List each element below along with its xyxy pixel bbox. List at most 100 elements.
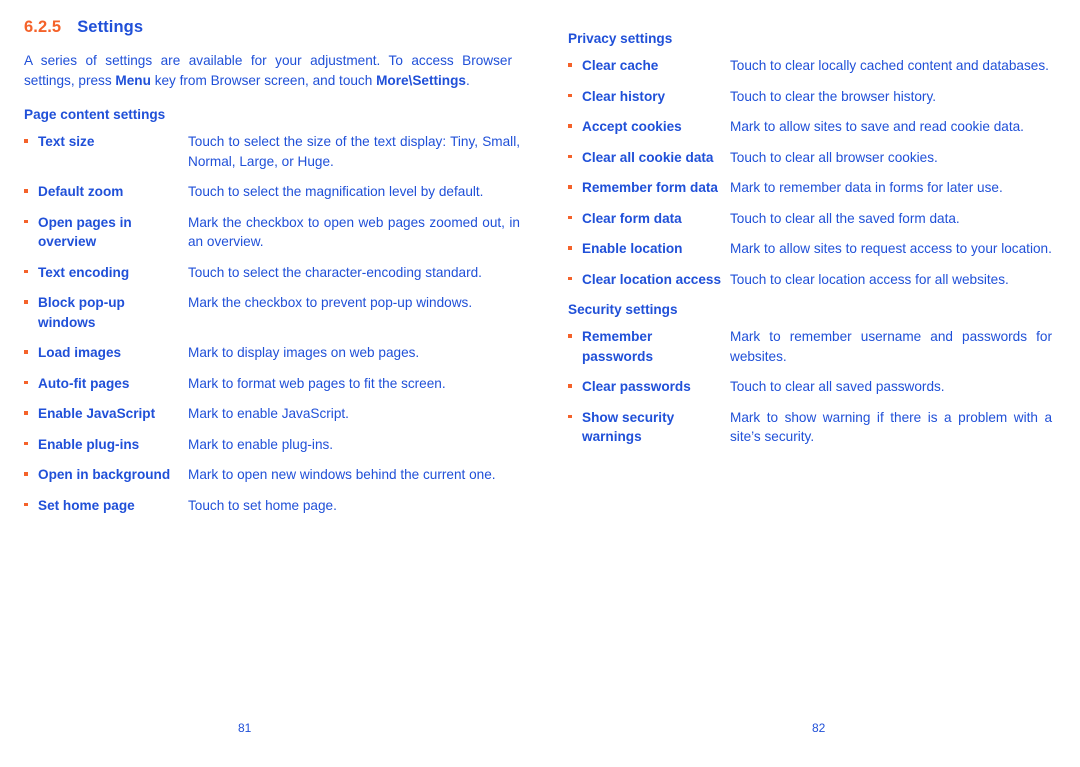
setting-row: Text encoding Touch to select the charact… — [24, 263, 520, 283]
bullet-icon — [568, 327, 582, 338]
setting-term[interactable]: Remember passwords — [582, 327, 730, 366]
setting-description: Mark to allow sites to request access to… — [730, 241, 1052, 256]
page-number-left: 81 — [238, 721, 252, 735]
setting-description: Mark to enable JavaScript. — [188, 406, 349, 421]
setting-row: Enable JavaScript Mark to enable JavaScri… — [24, 404, 520, 424]
setting-row: Remember passwords Mark to remember usern… — [568, 327, 1052, 366]
setting-row: Clear cache Touch to clear locally cached… — [568, 56, 1052, 76]
setting-term[interactable]: Accept cookies — [582, 117, 730, 137]
bullet-icon — [24, 465, 38, 476]
setting-description: Mark to show warning if there is a probl… — [730, 409, 1052, 445]
bullet-icon — [24, 404, 38, 415]
setting-description: Touch to select the size of the text dis… — [188, 134, 520, 169]
bullet-icon — [568, 87, 582, 97]
bullet-icon — [568, 239, 582, 250]
setting-description: Mark to enable plug-ins. — [188, 436, 334, 452]
setting-description: Touch to select the character-encoding s… — [188, 264, 482, 280]
setting-description: Mark to format web pages to fit the scre… — [188, 375, 446, 391]
setting-description: Mark to remember data in forms for later… — [730, 180, 1003, 195]
bullet-icon — [24, 263, 38, 273]
page-content-settings-list: Text size Touch to select the size of the… — [24, 132, 520, 515]
setting-description: Touch to clear all browser cookies. — [730, 149, 938, 165]
setting-row: Text size Touch to select the size of the… — [24, 132, 520, 171]
setting-row: Set home page Touch to set home page. — [24, 496, 520, 516]
bullet-icon — [24, 213, 38, 223]
bullet-icon — [568, 408, 582, 418]
setting-description: Mark to remember username and passwords … — [730, 329, 1052, 364]
setting-row: Show security warnings Mark to show warni… — [568, 408, 1052, 447]
setting-term[interactable]: Open in background — [38, 465, 188, 485]
privacy-settings-heading: Privacy settings — [568, 31, 673, 46]
bullet-icon — [24, 182, 38, 193]
bullet-icon — [568, 178, 582, 189]
setting-term[interactable]: Remember form data — [582, 178, 730, 198]
bullet-icon — [568, 270, 582, 280]
setting-row: Clear location access Touch to clear loca… — [568, 270, 1052, 290]
setting-term[interactable]: Load images — [38, 343, 188, 363]
bullet-icon — [568, 209, 582, 219]
setting-description: Touch to clear location access for all w… — [730, 271, 1009, 287]
setting-row: Enable location Mark to allow sites to re… — [568, 239, 1052, 259]
page-right: Privacy settings Clear cache Touch to cle… — [540, 0, 1080, 767]
setting-description: Mark the checkbox to prevent pop-up wind… — [188, 295, 473, 310]
setting-row: Clear all cookie data Touch to clear all … — [568, 148, 1052, 168]
bullet-icon — [24, 496, 38, 506]
setting-description: Mark to allow sites to save and read coo… — [730, 119, 1024, 134]
setting-description: Touch to clear all saved passwords. — [730, 379, 945, 394]
setting-term[interactable]: Block pop-up windows — [38, 293, 188, 332]
setting-term[interactable]: Text size — [38, 132, 188, 152]
setting-row: Clear form data Touch to clear all the sa… — [568, 209, 1052, 229]
setting-row: Auto-fit pages Mark to format web pages t… — [24, 374, 520, 394]
page-content-settings-heading: Page content settings — [24, 107, 166, 122]
section-title: Settings — [77, 18, 144, 36]
page-number-right: 82 — [812, 721, 826, 735]
setting-term[interactable]: Text encoding — [38, 263, 188, 283]
setting-term[interactable]: Auto-fit pages — [38, 374, 188, 394]
section-heading: 6.2.5 Settings — [24, 18, 520, 37]
page-spread: 6.2.5 Settings A series of settings are … — [0, 0, 1080, 767]
section-number: 6.2.5 — [24, 18, 62, 36]
setting-description: Mark to open new windows behind the curr… — [188, 467, 496, 482]
setting-row: Remember form data Mark to remember data … — [568, 178, 1052, 198]
setting-term[interactable]: Open pages in overview — [38, 213, 188, 252]
setting-row: Default zoom Touch to select the magnific… — [24, 182, 520, 202]
bullet-icon — [568, 117, 582, 128]
intro-bold-settings: Settings — [412, 72, 466, 88]
bullet-icon — [568, 377, 582, 388]
intro-bold-more: More\ — [376, 72, 413, 88]
setting-term[interactable]: Set home page — [38, 496, 188, 516]
bullet-icon — [568, 56, 582, 67]
setting-term[interactable]: Default zoom — [38, 182, 188, 202]
setting-description: Mark the checkbox to open web pages zoom… — [188, 214, 520, 250]
setting-term[interactable]: Clear history — [582, 87, 730, 107]
setting-term[interactable]: Enable plug-ins — [38, 435, 188, 455]
setting-term[interactable]: Enable JavaScript — [38, 404, 188, 424]
setting-row: Enable plug-ins Mark to enable plug-ins. — [24, 435, 520, 455]
setting-term[interactable]: Clear passwords — [582, 377, 730, 397]
setting-description: Touch to set home page. — [188, 497, 337, 513]
setting-row: Clear history Touch to clear the browser … — [568, 87, 1052, 107]
setting-term[interactable]: Show security warnings — [582, 408, 730, 447]
setting-term[interactable]: Enable location — [582, 239, 730, 259]
setting-term[interactable]: Clear location access — [582, 270, 730, 290]
bullet-icon — [24, 343, 38, 354]
bullet-icon — [568, 148, 582, 158]
setting-term[interactable]: Clear cache — [582, 56, 730, 76]
intro-bold-menu: Menu — [115, 72, 151, 88]
setting-term[interactable]: Clear all cookie data — [582, 148, 730, 168]
setting-description: Mark to display images on web pages. — [188, 345, 420, 360]
security-settings-list: Remember passwords Mark to remember usern… — [568, 327, 1052, 447]
setting-row: Open pages in overview Mark the checkbox … — [24, 213, 520, 252]
setting-description: Touch to select the magnification level … — [188, 184, 484, 199]
setting-description: Touch to clear the browser history. — [730, 88, 937, 104]
setting-row: Load images Mark to display images on web… — [24, 343, 520, 363]
setting-term[interactable]: Clear form data — [582, 209, 730, 229]
setting-row: Accept cookies Mark to allow sites to sav… — [568, 117, 1052, 137]
intro-text-2: key from Browser screen, and touch — [150, 72, 377, 88]
security-settings-heading: Security settings — [568, 302, 678, 317]
page-left: 6.2.5 Settings A series of settings are … — [0, 0, 540, 767]
intro-text-3: . — [465, 72, 470, 88]
bullet-icon — [24, 132, 38, 143]
bullet-icon — [24, 293, 38, 304]
bullet-icon — [24, 435, 38, 445]
